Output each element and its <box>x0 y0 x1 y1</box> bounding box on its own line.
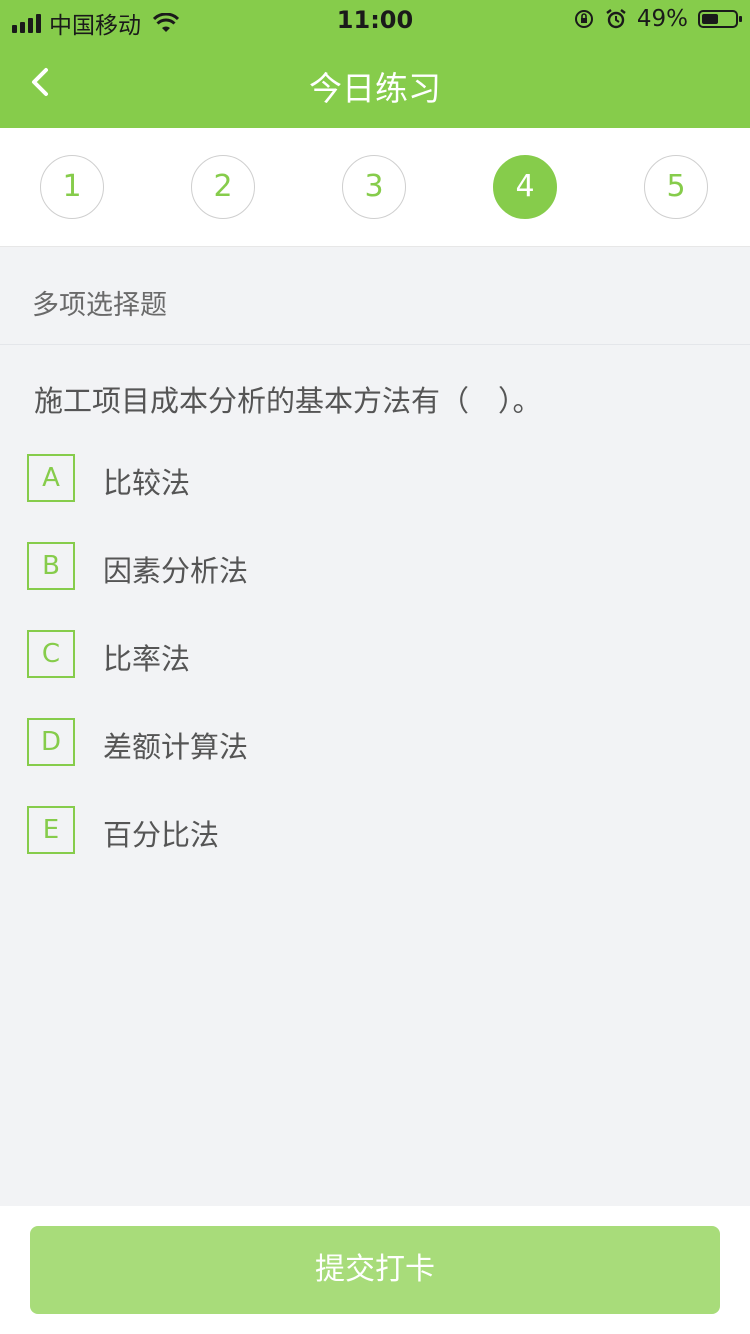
question-stepper: 1 2 3 4 5 <box>0 128 750 247</box>
step-5[interactable]: 5 <box>644 155 708 219</box>
option-a-text: 比较法 <box>103 466 191 500</box>
question-type-section: 多项选择题 <box>0 247 750 345</box>
question-type-label: 多项选择题 <box>32 290 167 321</box>
rotation-lock-icon <box>574 10 593 28</box>
page-title: 今日练习 <box>309 69 441 108</box>
option-c-text: 比率法 <box>103 642 191 676</box>
step-3[interactable]: 3 <box>342 155 406 219</box>
question-text: 施工项目成本分析的基本方法有（ ）。 <box>34 384 542 418</box>
footer-bar: 提交打卡 <box>0 1206 750 1334</box>
option-d-text: 差额计算法 <box>103 730 249 764</box>
option-a[interactable]: A 比较法 <box>27 454 717 502</box>
option-c-key: C <box>27 630 75 678</box>
step-2[interactable]: 2 <box>191 155 255 219</box>
option-e-key: E <box>27 806 75 854</box>
option-b-key: B <box>27 542 75 590</box>
step-4-active[interactable]: 4 <box>493 155 557 219</box>
submit-checkin-button[interactable]: 提交打卡 <box>30 1226 720 1314</box>
battery-percent: 49% <box>636 6 688 32</box>
navigation-bar: 今日练习 <box>0 40 750 128</box>
alarm-icon <box>606 9 626 29</box>
option-b-text: 因素分析法 <box>103 554 249 588</box>
option-c[interactable]: C 比率法 <box>27 630 717 678</box>
option-b[interactable]: B 因素分析法 <box>27 542 717 590</box>
option-d-key: D <box>27 718 75 766</box>
status-bar: 中国移动 11:00 49% <box>0 0 750 40</box>
header-bar: 中国移动 11:00 49% 今日练习 <box>0 0 750 128</box>
battery-icon <box>698 10 742 28</box>
option-d[interactable]: D 差额计算法 <box>27 718 717 766</box>
option-e-text: 百分比法 <box>103 818 220 852</box>
option-a-key: A <box>27 454 75 502</box>
option-e[interactable]: E 百分比法 <box>27 806 717 854</box>
step-1[interactable]: 1 <box>40 155 104 219</box>
